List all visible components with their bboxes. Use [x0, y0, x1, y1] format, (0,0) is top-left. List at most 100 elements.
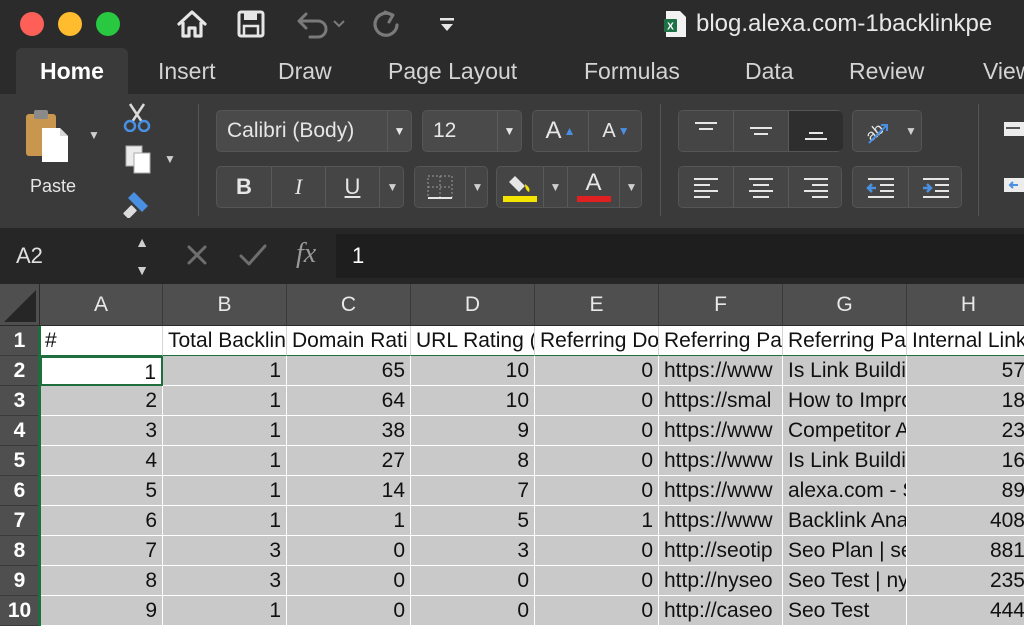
decrease-indent-icon[interactable] — [853, 167, 908, 207]
row-header-8[interactable]: 8 — [0, 536, 40, 566]
cell-c3[interactable]: 64 — [287, 386, 411, 416]
tab-home[interactable]: Home — [16, 48, 128, 94]
cell-f4[interactable]: https://www — [659, 416, 783, 446]
cell-e5[interactable]: 0 — [535, 446, 659, 476]
borders-dropdown-icon[interactable]: ▼ — [465, 167, 489, 207]
cell-h5[interactable]: 16 — [907, 446, 1024, 476]
cell-h6[interactable]: 89 — [907, 476, 1024, 506]
cell-b8[interactable]: 3 — [163, 536, 287, 566]
align-middle-icon[interactable] — [733, 111, 788, 151]
row-header-3[interactable]: 3 — [0, 386, 40, 416]
column-header-b[interactable]: B — [163, 284, 287, 326]
row-header-6[interactable]: 6 — [0, 476, 40, 506]
cell-f2[interactable]: https://www — [659, 356, 783, 386]
name-box-stepper[interactable]: ▲ ▼ — [134, 234, 150, 278]
cell-d9[interactable]: 0 — [411, 566, 535, 596]
paste-dropdown-icon[interactable]: ▼ — [88, 128, 100, 142]
tab-view[interactable]: View — [983, 48, 1024, 94]
cell-b7[interactable]: 1 — [163, 506, 287, 536]
cell-c4[interactable]: 38 — [287, 416, 411, 446]
italic-button[interactable]: I — [271, 167, 325, 207]
tab-insert[interactable]: Insert — [158, 48, 216, 94]
cell-b6[interactable]: 1 — [163, 476, 287, 506]
cell-a7[interactable]: 6 — [40, 506, 163, 536]
cell-g10[interactable]: Seo Test — [783, 596, 907, 626]
align-top-icon[interactable] — [679, 111, 733, 151]
bold-button[interactable]: B — [217, 167, 271, 207]
format-painter-icon[interactable] — [120, 188, 154, 219]
cell-a8[interactable]: 7 — [40, 536, 163, 566]
cell-f3[interactable]: https://smal — [659, 386, 783, 416]
cell-h9[interactable]: 235 — [907, 566, 1024, 596]
cell-e8[interactable]: 0 — [535, 536, 659, 566]
header-cell-e[interactable]: Referring Do — [535, 326, 659, 356]
column-header-c[interactable]: C — [287, 284, 411, 326]
cell-d5[interactable]: 8 — [411, 446, 535, 476]
copy-dropdown-icon[interactable]: ▼ — [164, 152, 176, 166]
cell-g7[interactable]: Backlink Ana — [783, 506, 907, 536]
column-header-e[interactable]: E — [535, 284, 659, 326]
confirm-entry-icon[interactable] — [238, 242, 268, 268]
cell-b3[interactable]: 1 — [163, 386, 287, 416]
cell-e10[interactable]: 0 — [535, 596, 659, 626]
cell-h2[interactable]: 57 — [907, 356, 1024, 386]
header-cell-c[interactable]: Domain Rati — [287, 326, 411, 356]
header-cell-h[interactable]: Internal Link — [907, 326, 1024, 356]
merge-cells-icon[interactable] — [1004, 176, 1024, 196]
cell-e7[interactable]: 1 — [535, 506, 659, 536]
cell-h10[interactable]: 444 — [907, 596, 1024, 626]
cell-c10[interactable]: 0 — [287, 596, 411, 626]
cancel-entry-icon[interactable] — [184, 242, 210, 268]
row-header-1[interactable]: 1 — [0, 326, 40, 356]
cell-b5[interactable]: 1 — [163, 446, 287, 476]
increase-indent-icon[interactable] — [908, 167, 963, 207]
row-header-7[interactable]: 7 — [0, 506, 40, 536]
cut-icon[interactable] — [122, 102, 152, 133]
cell-b10[interactable]: 1 — [163, 596, 287, 626]
fill-color-dropdown-icon[interactable]: ▼ — [543, 167, 567, 207]
row-header-10[interactable]: 10 — [0, 596, 40, 626]
cell-c6[interactable]: 14 — [287, 476, 411, 506]
cell-f8[interactable]: http://seotip — [659, 536, 783, 566]
cell-f6[interactable]: https://www — [659, 476, 783, 506]
cell-g5[interactable]: Is Link Buildi — [783, 446, 907, 476]
align-center-icon[interactable] — [733, 167, 788, 207]
cell-f9[interactable]: http://nyseo — [659, 566, 783, 596]
column-header-g[interactable]: G — [783, 284, 907, 326]
cell-c9[interactable]: 0 — [287, 566, 411, 596]
home-icon[interactable] — [174, 6, 210, 42]
maximize-window-button[interactable] — [96, 12, 120, 36]
insert-function-button[interactable]: fx — [296, 238, 316, 270]
cell-e9[interactable]: 0 — [535, 566, 659, 596]
cell-h8[interactable]: 881 — [907, 536, 1024, 566]
cell-a3[interactable]: 2 — [40, 386, 163, 416]
cell-a9[interactable]: 8 — [40, 566, 163, 596]
cell-b2[interactable]: 1 — [163, 356, 287, 386]
cell-g8[interactable]: Seo Plan | se — [783, 536, 907, 566]
copy-icon[interactable] — [124, 144, 152, 174]
formula-input[interactable]: 1 — [336, 234, 1024, 278]
cell-b4[interactable]: 1 — [163, 416, 287, 446]
close-window-button[interactable] — [20, 12, 44, 36]
row-header-2[interactable]: 2 — [0, 356, 40, 386]
cell-d6[interactable]: 7 — [411, 476, 535, 506]
header-cell-d[interactable]: URL Rating ( — [411, 326, 535, 356]
select-all-button[interactable] — [0, 284, 40, 326]
paste-icon[interactable] — [22, 108, 72, 164]
cell-a6[interactable]: 5 — [40, 476, 163, 506]
align-left-icon[interactable] — [679, 167, 733, 207]
tab-draw[interactable]: Draw — [278, 48, 332, 94]
cell-c2[interactable]: 65 — [287, 356, 411, 386]
cell-h3[interactable]: 18 — [907, 386, 1024, 416]
align-right-icon[interactable] — [788, 167, 843, 207]
cell-c8[interactable]: 0 — [287, 536, 411, 566]
underline-button[interactable]: U — [325, 167, 379, 207]
cell-c5[interactable]: 27 — [287, 446, 411, 476]
wrap-text-icon[interactable] — [1004, 120, 1024, 140]
font-name-select[interactable]: Calibri (Body) ▼ — [216, 110, 412, 152]
borders-icon[interactable] — [415, 167, 465, 207]
cell-d10[interactable]: 0 — [411, 596, 535, 626]
cell-e2[interactable]: 0 — [535, 356, 659, 386]
cell-g9[interactable]: Seo Test | ny — [783, 566, 907, 596]
header-cell-a[interactable]: # — [40, 326, 163, 356]
